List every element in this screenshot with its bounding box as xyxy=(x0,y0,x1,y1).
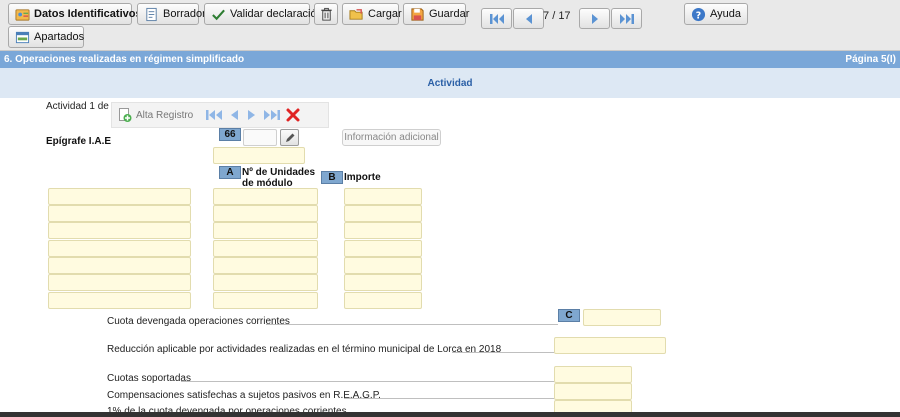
section-page-label: Página 5(I) xyxy=(845,54,896,65)
folder-open-icon xyxy=(349,8,363,20)
modulo-field[interactable] xyxy=(48,292,191,309)
page-current: 7 xyxy=(543,10,550,22)
trash-icon xyxy=(321,7,332,21)
edit-epigrafe-button[interactable] xyxy=(280,129,299,146)
importe-field[interactable] xyxy=(344,205,422,222)
last-page-button[interactable] xyxy=(611,8,642,29)
importe-field[interactable] xyxy=(344,292,422,309)
validar-declaracion-label: Validar declaración xyxy=(230,8,323,20)
epigrafe-code-field[interactable] xyxy=(243,129,277,146)
modulo-field[interactable] xyxy=(48,240,191,257)
column-a-badge: A xyxy=(219,166,241,179)
reduccion-leader xyxy=(452,352,554,353)
alta-registro-label[interactable]: Alta Registro xyxy=(136,110,193,121)
unidades-field[interactable] xyxy=(213,240,318,257)
borrador-button[interactable]: Borrador xyxy=(137,3,206,25)
borrador-label: Borrador xyxy=(163,8,206,20)
previous-page-icon xyxy=(525,13,532,24)
delete-record-icon[interactable] xyxy=(285,107,301,123)
ayuda-label: Ayuda xyxy=(710,8,741,20)
informacion-adicional-button[interactable]: Información adicional xyxy=(342,129,441,146)
cuotas-soportadas-field[interactable] xyxy=(554,366,632,383)
importe-field[interactable] xyxy=(344,257,422,274)
page-indicator: 7 / 17 xyxy=(543,10,571,22)
column-a-header: Nº de Unidades de módulo xyxy=(242,167,315,189)
unidades-field[interactable] xyxy=(213,205,318,222)
reduccion-field[interactable] xyxy=(554,337,666,354)
unidades-field[interactable] xyxy=(213,222,318,239)
window-bottom-edge xyxy=(0,412,900,417)
unidades-field[interactable] xyxy=(213,274,318,291)
epigrafe-label: Epígrafe I.A.E xyxy=(46,136,112,147)
previous-page-button[interactable] xyxy=(513,8,544,29)
importe-field[interactable] xyxy=(344,240,422,257)
compensaciones-field[interactable] xyxy=(554,383,632,400)
modulo-field[interactable] xyxy=(48,257,191,274)
importe-field[interactable] xyxy=(344,188,422,205)
section-header: 6. Operaciones realizadas en régimen sim… xyxy=(0,51,900,68)
column-b-header: Importe xyxy=(344,172,381,183)
help-icon: ? xyxy=(691,7,706,21)
last-page-icon xyxy=(619,13,634,24)
guardar-button[interactable]: Guardar xyxy=(403,3,470,25)
id-card-icon xyxy=(15,8,30,21)
validar-declaracion-button[interactable]: Validar declaración xyxy=(204,3,323,25)
column-b-badge: B xyxy=(321,171,343,184)
apartados-button[interactable]: Apartados xyxy=(8,26,84,48)
cuota-devengada-field[interactable] xyxy=(583,309,661,326)
activity-subheader-label: Actividad xyxy=(427,77,473,89)
next-page-button[interactable] xyxy=(579,8,610,29)
compensaciones-leader xyxy=(344,398,554,399)
first-page-button[interactable] xyxy=(481,8,512,29)
reduccion-label: Reducción aplicable por actividades real… xyxy=(107,344,502,355)
add-record-icon[interactable] xyxy=(118,107,132,123)
modulo-field[interactable] xyxy=(48,274,191,291)
unidades-field[interactable] xyxy=(213,188,318,205)
apartados-label: Apartados xyxy=(34,31,85,43)
activity-subheader: Actividad xyxy=(0,68,900,98)
checkmark-icon xyxy=(212,9,225,20)
page-total: 17 xyxy=(558,10,571,22)
next-record-icon[interactable] xyxy=(245,108,259,122)
datos-identificativos-button[interactable]: Datos Identificativos xyxy=(8,3,142,25)
toolbar: Datos Identificativos Borrador Validar d… xyxy=(0,0,900,51)
last-record-icon[interactable] xyxy=(263,108,281,122)
delete-button[interactable] xyxy=(314,3,338,25)
svg-text:?: ? xyxy=(696,10,701,21)
modulo-field[interactable] xyxy=(48,222,191,239)
column-c-badge: C xyxy=(558,309,580,322)
cargar-button[interactable]: Cargar xyxy=(342,3,402,25)
column-a-label-line1: Nº de Unidades xyxy=(242,167,316,178)
ayuda-button[interactable]: ? Ayuda xyxy=(684,3,748,25)
importe-field[interactable] xyxy=(344,222,422,239)
pencil-icon xyxy=(285,133,294,142)
previous-record-icon[interactable] xyxy=(227,108,241,122)
compensaciones-label: Compensaciones satisfechas a sujetos pas… xyxy=(107,390,381,401)
page-separator: / xyxy=(552,10,556,22)
first-record-icon[interactable] xyxy=(205,108,223,122)
sections-icon xyxy=(15,31,30,43)
epigrafe-description-field[interactable] xyxy=(213,147,305,164)
unidades-field[interactable] xyxy=(213,292,318,309)
cuota-devengada-leader xyxy=(266,324,558,325)
cargar-label: Cargar xyxy=(368,8,402,20)
cuota-devengada-label: Cuota devengada operaciones corrientes xyxy=(107,316,290,327)
next-page-icon xyxy=(591,13,598,24)
floppy-disk-icon xyxy=(411,7,424,21)
first-page-icon xyxy=(489,13,504,24)
datos-identificativos-label: Datos Identificativos xyxy=(34,8,142,20)
epigrafe-code-badge: 66 xyxy=(219,128,241,141)
section-title: 6. Operaciones realizadas en régimen sim… xyxy=(4,54,245,65)
unidades-field[interactable] xyxy=(213,257,318,274)
cuotas-soportadas-leader xyxy=(181,381,554,382)
modulo-field[interactable] xyxy=(48,188,191,205)
guardar-label: Guardar xyxy=(429,8,470,20)
modulo-field[interactable] xyxy=(48,205,191,222)
document-icon xyxy=(146,7,157,21)
cuotas-soportadas-label: Cuotas soportadas xyxy=(107,373,191,384)
record-navigation-bar: Alta Registro xyxy=(111,102,329,128)
importe-field[interactable] xyxy=(344,274,422,291)
record-counter: Actividad 1 de 1 xyxy=(46,101,118,112)
